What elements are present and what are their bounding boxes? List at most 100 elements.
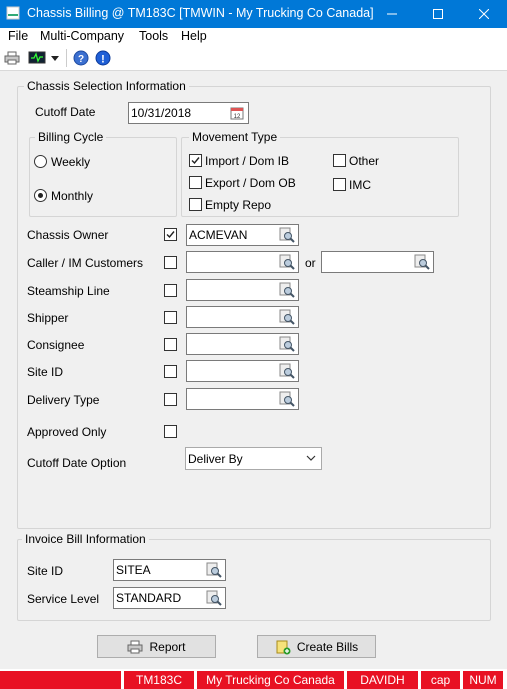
site-id-field[interactable]: [186, 360, 299, 382]
import-dom-ib-label: Import / Dom IB: [205, 154, 290, 168]
caller-im-checkbox[interactable]: [164, 256, 177, 269]
consignee-field[interactable]: [186, 333, 299, 355]
create-bills-button[interactable]: Create Bills: [257, 635, 376, 658]
lookup-icon[interactable]: [206, 590, 222, 606]
imc-checkbox[interactable]: [333, 178, 346, 191]
steamship-line-field[interactable]: [186, 279, 299, 301]
service-level-label: Service Level: [27, 592, 100, 606]
cutoff-date-label: Cutoff Date: [35, 105, 96, 119]
caller-im-label: Caller / IM Customers: [27, 256, 144, 270]
lookup-icon[interactable]: [279, 363, 295, 379]
lookup-icon[interactable]: [279, 254, 295, 270]
svg-text:!: !: [101, 54, 105, 66]
status-company: My Trucking Co Canada: [197, 671, 344, 689]
steamship-line-checkbox[interactable]: [164, 284, 177, 297]
billing-cycle-title: Billing Cycle: [35, 130, 107, 144]
caller-im-field[interactable]: [186, 251, 299, 273]
lookup-icon[interactable]: [279, 309, 295, 325]
lookup-icon[interactable]: [279, 282, 295, 298]
minimize-icon: [387, 13, 397, 15]
menu-tools[interactable]: Tools: [139, 29, 168, 43]
chassis-owner-field[interactable]: ACMEVAN: [186, 224, 299, 246]
status-bar: TM183C My Trucking Co Canada DAVIDH cap …: [0, 669, 507, 689]
export-dom-ob-checkbox[interactable]: [189, 176, 202, 189]
monthly-label: Monthly: [51, 189, 94, 203]
invoice-site-id-field[interactable]: SITEA: [113, 559, 226, 581]
chassis-owner-checkbox[interactable]: [164, 228, 177, 241]
invoice-site-id-label: Site ID: [27, 564, 64, 578]
delivery-type-checkbox[interactable]: [164, 393, 177, 406]
imc-label: IMC: [349, 178, 371, 192]
weekly-label: Weekly: [51, 155, 91, 169]
toolbar-divider: [66, 49, 67, 67]
create-bills-icon: [276, 640, 291, 654]
cutoff-date-value: 10/31/2018: [131, 106, 192, 120]
menu-bar: File Multi-Company Tools Help: [0, 28, 507, 46]
billing-cycle-group: [29, 137, 177, 217]
shipper-field[interactable]: [186, 306, 299, 328]
service-level-field[interactable]: STANDARD: [113, 587, 226, 609]
cutoff-date-field[interactable]: 10/31/2018 12: [128, 102, 249, 124]
help-icon[interactable]: ?: [73, 50, 89, 66]
invoice-bill-group: [17, 539, 491, 621]
printer-icon: [127, 640, 143, 653]
import-dom-ib-checkbox[interactable]: [189, 154, 202, 167]
chassis-selection-title: Chassis Selection Information: [24, 79, 189, 93]
chevron-down-icon: [306, 455, 316, 461]
minimize-button[interactable]: [369, 0, 415, 28]
approved-only-checkbox[interactable]: [164, 425, 177, 438]
status-caps: cap: [421, 671, 460, 689]
weekly-radio[interactable]: [34, 155, 47, 168]
approved-only-label: Approved Only: [27, 425, 107, 439]
empty-repo-checkbox[interactable]: [189, 198, 202, 211]
other-label: Other: [349, 154, 380, 168]
close-icon: [479, 9, 489, 19]
site-id-checkbox[interactable]: [164, 365, 177, 378]
title-bar[interactable]: Chassis Billing @ TM183C [TMWIN - My Tru…: [0, 0, 507, 28]
shipper-label: Shipper: [27, 311, 69, 325]
calendar-icon[interactable]: 12: [229, 105, 245, 121]
lookup-icon[interactable]: [279, 336, 295, 352]
caller-im-field-2[interactable]: [321, 251, 434, 273]
close-button[interactable]: [461, 0, 507, 28]
steamship-line-label: Steamship Line: [27, 284, 110, 298]
chassis-owner-value: ACMEVAN: [189, 228, 248, 242]
delivery-type-field[interactable]: [186, 388, 299, 410]
lookup-icon[interactable]: [414, 254, 430, 270]
monitor-icon[interactable]: [28, 50, 46, 66]
service-level-value: STANDARD: [116, 591, 182, 605]
window-title: Chassis Billing @ TM183C [TMWIN - My Tru…: [27, 6, 374, 20]
cutoff-date-option-value: Deliver By: [188, 452, 243, 466]
maximize-button[interactable]: [415, 0, 461, 28]
invoice-site-id-value: SITEA: [116, 563, 151, 577]
report-button[interactable]: Report: [97, 635, 216, 658]
lookup-icon[interactable]: [206, 562, 222, 578]
cutoff-date-option-select[interactable]: Deliver By: [185, 447, 322, 470]
menu-help[interactable]: Help: [181, 29, 207, 43]
svg-text:12: 12: [234, 114, 241, 120]
or-label: or: [305, 256, 316, 270]
consignee-checkbox[interactable]: [164, 338, 177, 351]
menu-multi-company[interactable]: Multi-Company: [40, 29, 124, 43]
cutoff-date-option-label: Cutoff Date Option: [27, 456, 127, 470]
maximize-icon: [433, 9, 443, 19]
monthly-radio[interactable]: [34, 189, 47, 202]
toolbar: ? !: [0, 46, 507, 71]
lookup-icon[interactable]: [279, 391, 295, 407]
printer-icon[interactable]: [4, 50, 20, 66]
menu-file[interactable]: File: [8, 29, 28, 43]
app-icon: [6, 6, 20, 20]
consignee-label: Consignee: [27, 338, 85, 352]
status-panel-blank: [0, 671, 121, 689]
lookup-icon[interactable]: [279, 227, 295, 243]
delivery-type-label: Delivery Type: [27, 393, 100, 407]
status-num: NUM: [463, 671, 503, 689]
other-checkbox[interactable]: [333, 154, 346, 167]
shipper-checkbox[interactable]: [164, 311, 177, 324]
create-bills-label: Create Bills: [296, 639, 359, 654]
chevron-down-icon[interactable]: [50, 50, 60, 66]
check-icon: [191, 157, 200, 165]
info-icon[interactable]: !: [95, 50, 111, 66]
report-label: Report: [149, 639, 186, 654]
invoice-bill-title: Invoice Bill Information: [22, 532, 149, 546]
